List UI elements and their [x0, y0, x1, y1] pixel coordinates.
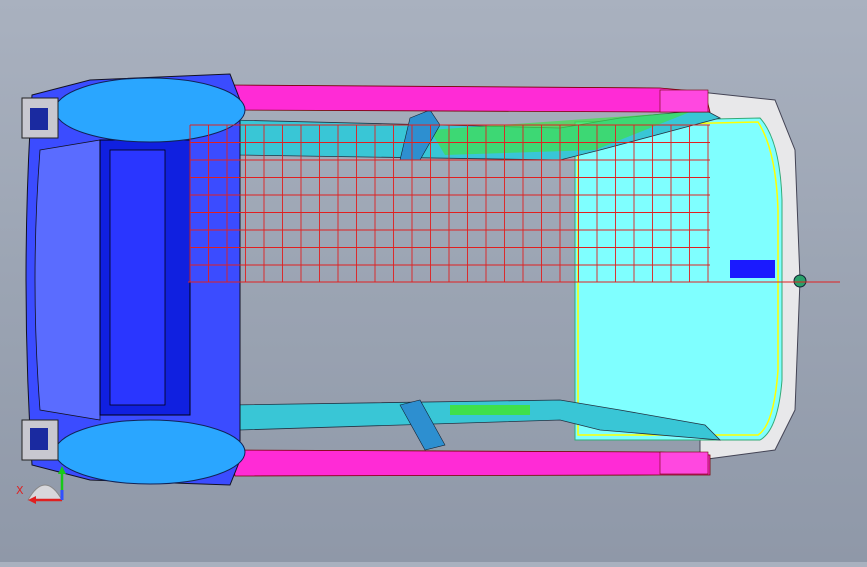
bracket-bottom-left-slot	[30, 428, 48, 450]
rear-patch	[730, 260, 775, 278]
x-axis-label: X	[16, 484, 24, 497]
roof-rail-bottom-end	[659, 451, 709, 475]
rear-hitch-point	[793, 274, 807, 288]
front-wheelhouse-bottom	[54, 419, 246, 485]
roof-rail-top-end	[659, 89, 709, 113]
bottom-reinforcement	[450, 405, 530, 415]
bracket-top-left-slot	[30, 108, 48, 130]
front-wheelhouse-top	[54, 77, 246, 143]
floor-panel	[574, 117, 783, 441]
front-panel	[34, 139, 101, 421]
cad-3d-viewport[interactable]: X	[0, 0, 867, 562]
vehicle-body-model[interactable]	[0, 0, 867, 562]
roof-rail-bottom	[229, 449, 711, 477]
axis-triad	[27, 466, 66, 504]
roof-rail-top	[229, 84, 711, 113]
seat-cushion	[109, 149, 166, 406]
